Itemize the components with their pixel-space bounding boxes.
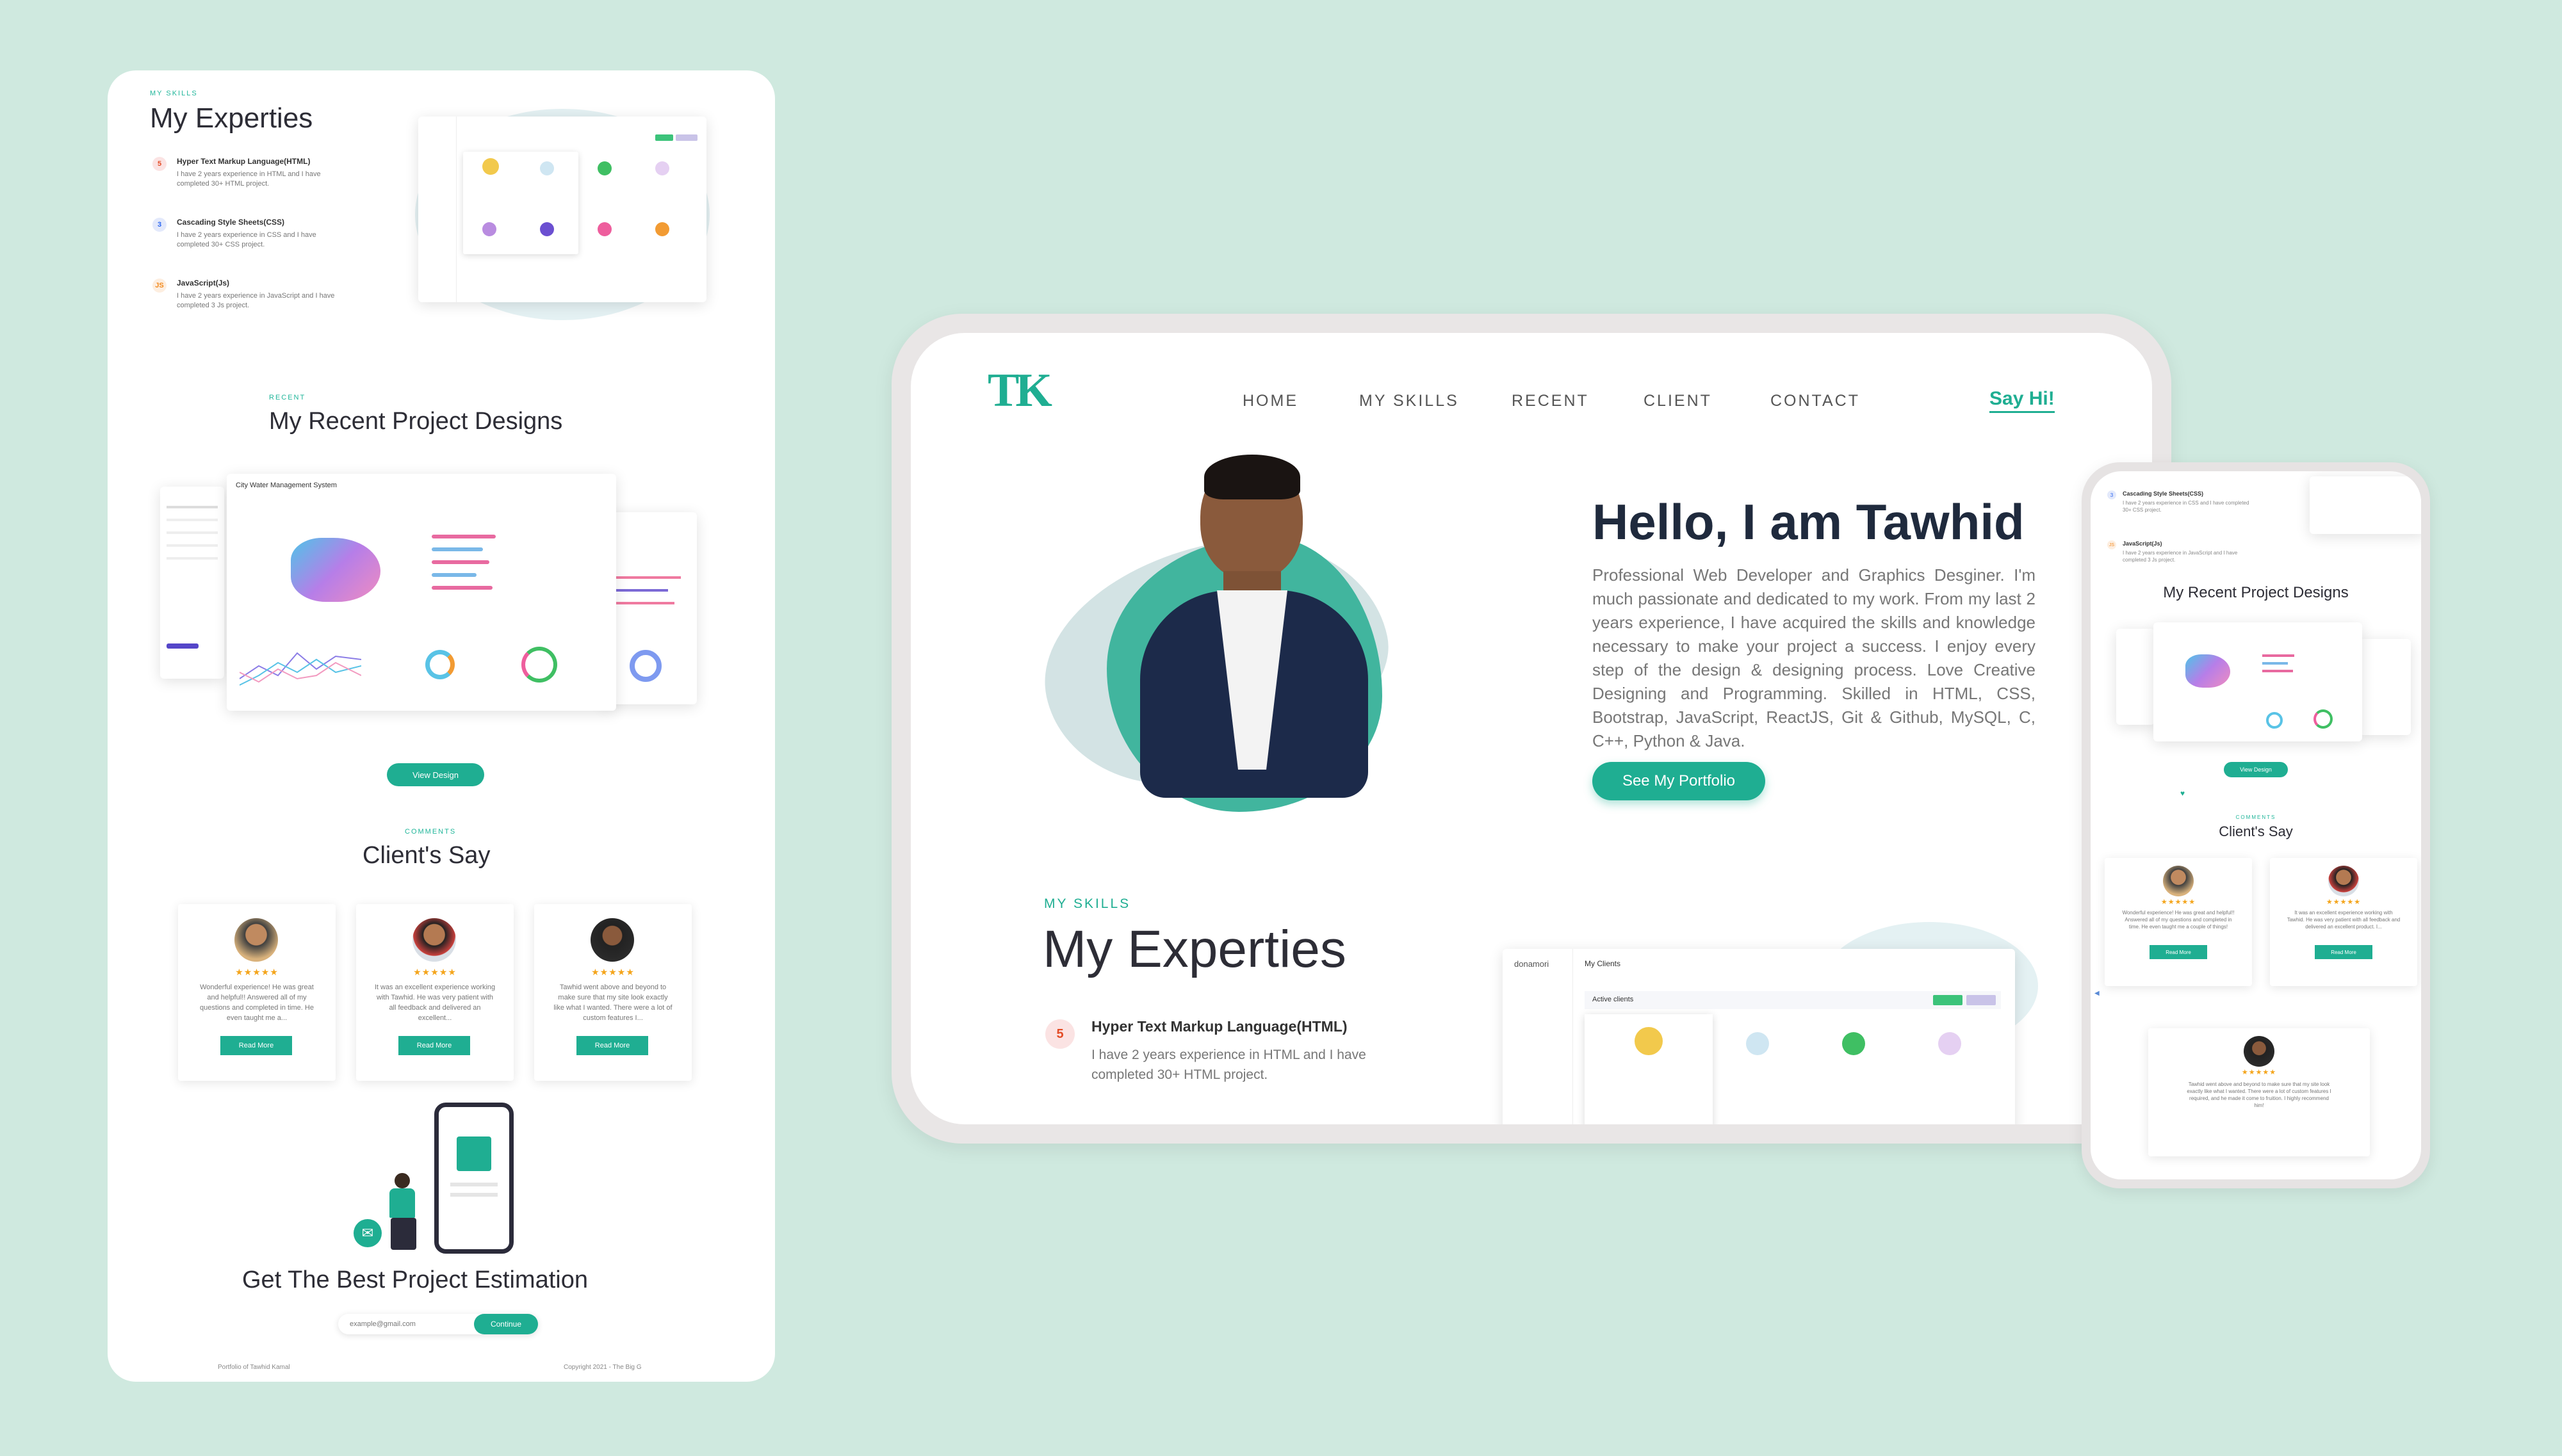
phone-view-design-button[interactable]: View Design [2224, 762, 2288, 777]
mail-icon: ✉ [354, 1219, 382, 1247]
read-more-button[interactable]: Read More [220, 1036, 292, 1055]
long-page-preview: MY SKILLS My Experties 5 Hyper Text Mark… [108, 70, 775, 1382]
project-side-screen [160, 487, 224, 679]
nav-contact[interactable]: CONTACT [1770, 392, 1860, 410]
dashboard-title: My Clients [1585, 959, 1621, 968]
profile-photo [1140, 455, 1368, 798]
nav-client[interactable]: CLIENT [1644, 392, 1712, 410]
phone-project-side [2116, 629, 2155, 725]
read-more-button[interactable]: Read More [576, 1036, 648, 1055]
avatar [412, 918, 456, 962]
phone-skill-css-title: Cascading Style Sheets(CSS) [2123, 490, 2204, 497]
say-hi-link[interactable]: Say Hi! [1989, 388, 2055, 413]
email-form: Continue [338, 1314, 538, 1334]
html5-icon: 5 [152, 157, 167, 171]
read-more-button[interactable]: Read More [398, 1036, 470, 1055]
phone-comment-card: ★★★★★ It was an excellent experience wor… [2270, 858, 2417, 986]
skill-title: Cascading Style Sheets(CSS) [177, 218, 285, 227]
comment-text: It was an excellent experience working w… [2287, 910, 2401, 930]
comments-title: Client's Say [363, 842, 491, 869]
js-icon: JS [2107, 540, 2116, 549]
heart-icon: ♥ [2180, 789, 2185, 798]
nav-home[interactable]: HOME [1243, 392, 1298, 410]
avatar [2328, 866, 2359, 896]
comment-card: ★★★★★ Tawhid went above and beyond to ma… [534, 904, 692, 1081]
skills-eyebrow: MY SKILLS [150, 90, 198, 97]
skill-title: JavaScript(Js) [177, 279, 230, 287]
phone-project-main [2153, 622, 2362, 741]
person-illustration [386, 1173, 418, 1256]
dashboard-screenshot [418, 117, 706, 302]
nav-my-skills[interactable]: MY SKILLS [1359, 392, 1459, 410]
avatar [234, 918, 278, 962]
project-main-screen: City Water Management System [227, 474, 616, 711]
skill-desc: I have 2 years experience in HTML and I … [177, 170, 321, 188]
hero-title: Hello, I am Tawhid [1592, 494, 2025, 550]
recent-title: My Recent Project Designs [269, 408, 563, 435]
tablet-skill-desc: I have 2 years experience in HTML and I … [1091, 1048, 1366, 1082]
dashboard-tab: Active clients [1592, 996, 1634, 1003]
view-design-button[interactable]: View Design [387, 763, 484, 786]
avatar [2163, 866, 2194, 896]
nav-recent[interactable]: RECENT [1512, 392, 1589, 410]
project-title: City Water Management System [236, 481, 337, 489]
dashboard-brand: donamori [1514, 959, 1549, 969]
css3-icon: 3 [2107, 490, 2116, 499]
site-logo[interactable]: TK [988, 364, 1052, 418]
tablet-skill-title: Hyper Text Markup Language(HTML) [1091, 1018, 1348, 1035]
comment-text: Tawhid went above and beyond to make sur… [2187, 1081, 2331, 1108]
footer-left-text: Portfolio of Tawhid Kamal [218, 1364, 290, 1371]
star-rating: ★★★★★ [413, 967, 457, 977]
phone-screen: 3 Cascading Style Sheets(CSS) I have 2 y… [2091, 471, 2421, 1179]
comment-text: It was an excellent experience working w… [374, 983, 496, 1022]
tablet-device: TK HOME MY SKILLS RECENT CLIENT CONTACT … [892, 314, 2171, 1144]
html5-icon: 5 [1045, 1019, 1075, 1049]
star-rating: ★★★★★ [2241, 1069, 2277, 1076]
css3-icon: 3 [152, 218, 167, 232]
comment-text: Wonderful experience! He was great and h… [2122, 910, 2235, 930]
star-rating: ★★★★★ [591, 967, 635, 977]
comment-text: Tawhid went above and beyond to make sur… [553, 983, 673, 1022]
phone-illustration [434, 1103, 514, 1254]
read-more-button[interactable]: Read More [2315, 945, 2372, 959]
star-rating: ★★★★★ [2160, 898, 2196, 906]
see-portfolio-button[interactable]: See My Portfolio [1592, 762, 1765, 800]
email-input[interactable] [350, 1318, 459, 1331]
avatar [2244, 1036, 2274, 1067]
read-more-button[interactable]: Read More [2150, 945, 2207, 959]
tablet-screen: TK HOME MY SKILLS RECENT CLIENT CONTACT … [911, 333, 2152, 1124]
comment-card: ★★★★★ It was an excellent experience wor… [356, 904, 514, 1081]
avatar [591, 918, 634, 962]
tablet-dashboard-mock: donamori My Clients Active clients [1503, 949, 2015, 1124]
comments-eyebrow: COMMENTS [405, 828, 457, 836]
phone-device: 3 Cascading Style Sheets(CSS) I have 2 y… [2082, 462, 2430, 1188]
phone-skill-js-title: JavaScript(Js) [2123, 540, 2162, 547]
js-icon: JS [152, 279, 167, 293]
carousel-prev-icon[interactable]: ◀ [2094, 990, 2100, 997]
continue-button[interactable]: Continue [474, 1314, 538, 1334]
recent-eyebrow: RECENT [269, 394, 306, 401]
phone-comments-eyebrow: COMMENTS [2235, 814, 2276, 820]
skill-desc: I have 2 years experience in CSS and I h… [177, 231, 316, 248]
phone-comment-card: ★★★★★ Wonderful experience! He was great… [2105, 858, 2252, 986]
star-rating: ★★★★★ [235, 967, 279, 977]
skill-title: Hyper Text Markup Language(HTML) [177, 157, 311, 166]
footer-copyright: Copyright 2021 - The Big G [564, 1364, 642, 1371]
phone-recent-title: My Recent Project Designs [2163, 584, 2349, 601]
phone-project-right [2360, 639, 2411, 735]
estimation-title: Get The Best Project Estimation [242, 1266, 588, 1293]
phone-comments-title: Client's Say [2219, 823, 2293, 839]
tablet-skills-title: My Experties [1043, 920, 1346, 978]
star-rating: ★★★★★ [2326, 898, 2362, 906]
comment-text: Wonderful experience! He was great and h… [200, 983, 314, 1022]
tablet-skills-eyebrow: MY SKILLS [1044, 896, 1131, 911]
phone-dashboard-mock [2310, 476, 2421, 534]
skill-desc: I have 2 years experience in JavaScript … [177, 292, 335, 309]
skills-title: My Experties [150, 102, 313, 134]
comment-card: ★★★★★ Wonderful experience! He was great… [178, 904, 336, 1081]
hero-description: Professional Web Developer and Graphics … [1592, 565, 2036, 750]
phone-skill-js-desc: I have 2 years experience in JavaScript … [2123, 550, 2238, 563]
phone-skill-css-desc: I have 2 years experience in CSS and I h… [2123, 500, 2249, 513]
phone-comment-card: ★★★★★ Tawhid went above and beyond to ma… [2148, 1028, 2370, 1156]
